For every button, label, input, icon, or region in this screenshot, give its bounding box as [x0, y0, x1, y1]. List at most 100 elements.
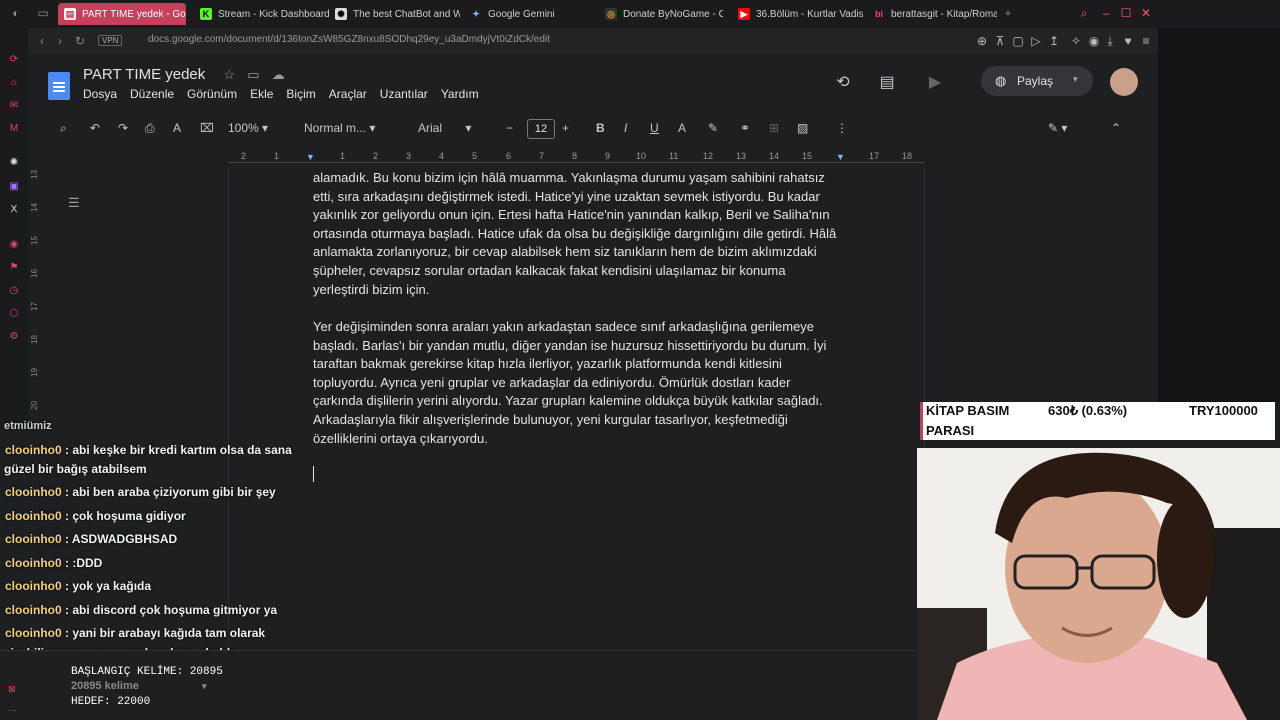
menu-format[interactable]: Biçim	[286, 87, 315, 101]
add-comment-icon[interactable]: ⊞	[769, 121, 779, 135]
chat-username: clooinho0	[5, 485, 62, 499]
extensions-icon[interactable]: ✧	[1068, 33, 1084, 49]
menu-extensions[interactable]: Uzantılar	[380, 87, 428, 101]
url-field[interactable]: docs.google.com/document/d/136tonZsW85GZ…	[148, 34, 550, 45]
menu-file[interactable]: Dosya	[83, 87, 117, 101]
star-icon[interactable]: ☆	[223, 67, 235, 82]
tab-youtube[interactable]: ▶ 36.Bölüm - Kurtlar Vadisi	[738, 3, 863, 25]
pin-icon[interactable]: ⊼	[992, 33, 1008, 49]
style-select[interactable]: Normal m... ▾	[304, 121, 375, 135]
forward-icon[interactable]: ›	[52, 33, 68, 49]
sidebar-bag-icon[interactable]: ⌂	[7, 76, 21, 90]
minimize-icon[interactable]: –	[1098, 5, 1114, 21]
sidebar-clock-icon[interactable]: ◷	[7, 284, 21, 298]
insert-image-icon[interactable]: ▨	[797, 121, 808, 135]
tab-wattpad[interactable]: bi berattasgit - Kitap/Roman	[873, 3, 997, 25]
cloud-status-icon[interactable]: ☁	[272, 67, 285, 82]
browser-menu-icon[interactable]: ◐	[8, 5, 24, 21]
ruler-number: 1	[340, 151, 346, 161]
tab-bynogame[interactable]: ◎ Donate ByNoGame - Geli	[605, 3, 723, 25]
print-icon[interactable]: ⎙	[145, 121, 155, 136]
back-icon[interactable]: ‹	[34, 33, 50, 49]
tab-kick[interactable]: K Stream - Kick Dashboard	[200, 3, 330, 25]
search-menus-icon[interactable]: ⌕	[60, 121, 67, 136]
menu-tools[interactable]: Araçlar	[329, 87, 367, 101]
font-value: Arial	[418, 121, 443, 135]
sidebar-messenger-icon[interactable]: ✉	[7, 99, 21, 113]
document-page[interactable]: alamadık. Bu konu bizim için hâlâ muamma…	[228, 168, 925, 720]
kick-favicon-icon: K	[200, 8, 212, 20]
right-indent-marker-icon[interactable]: ▼	[836, 152, 845, 162]
tab-overview-icon[interactable]: ▭	[35, 5, 51, 21]
italic-icon[interactable]: I	[624, 121, 627, 135]
new-tab-icon[interactable]: +	[1000, 5, 1016, 21]
font-size-input[interactable]: 12	[527, 119, 555, 139]
decrease-font-icon[interactable]: −	[506, 121, 513, 135]
sidebar-chatgpt-icon[interactable]: ✺	[7, 156, 21, 170]
search-tabs-icon[interactable]: ⌕	[1076, 5, 1092, 21]
chat-username: clooinho0	[5, 509, 62, 523]
more-options-icon[interactable]: ⋮	[836, 121, 848, 135]
highlight-icon[interactable]: ✎	[708, 121, 718, 135]
increase-font-icon[interactable]: +	[562, 121, 569, 135]
collapse-menus-icon[interactable]: ⌃	[1111, 121, 1121, 135]
tab-gemini[interactable]: ✦ Google Gemini	[470, 3, 600, 25]
move-folder-icon[interactable]: ▭	[247, 67, 259, 82]
sidebar-mail-icon[interactable]: M	[7, 122, 21, 136]
comments-icon[interactable]: ▤	[876, 72, 898, 94]
version-history-icon[interactable]: ⟲	[832, 72, 854, 94]
editing-mode-icon[interactable]: ✎ ▾	[1048, 121, 1067, 135]
sidebar-settings-icon[interactable]: ⚙	[7, 330, 21, 344]
snapshot-icon[interactable]: ▢	[1010, 33, 1026, 49]
ruler-number: 15	[802, 151, 813, 161]
zoom-icon[interactable]: ⊕	[974, 33, 990, 49]
font-select[interactable]: Arial ▾	[418, 121, 471, 135]
share-page-icon[interactable]: ↥	[1046, 33, 1062, 49]
tab-docs[interactable]: ▤ PART TIME yedek - Goog	[58, 3, 186, 25]
redo-icon[interactable]: ↷	[118, 121, 128, 135]
paint-format-icon[interactable]: ⌧	[200, 121, 214, 135]
document-title[interactable]: PART TIME yedek ☆ ▭ ☁	[83, 66, 285, 83]
chat-text: : abi discord çok hoşuma gitmiyor ya	[61, 603, 278, 617]
spellcheck-icon[interactable]: A	[173, 121, 181, 135]
undo-icon[interactable]: ↶	[90, 121, 100, 135]
sidebar-bookmark-icon[interactable]: ⚑	[7, 261, 21, 275]
paragraph-1[interactable]: alamadık. Bu konu bizim için hâlâ muamma…	[313, 169, 843, 299]
sidebar-player-icon[interactable]: ◉	[7, 238, 21, 252]
underline-icon[interactable]: U	[650, 121, 659, 135]
paragraph-2[interactable]: Yer değişiminden sonra araları yakın ark…	[313, 318, 843, 448]
left-indent-marker-icon[interactable]: ▼	[306, 152, 315, 162]
tab-chatbot[interactable]: ✺ The best ChatBot and Wi	[335, 3, 460, 25]
download-icon[interactable]: ⤓	[1102, 33, 1118, 49]
word-count-indicator[interactable]: 20895 kelime ▾	[71, 680, 206, 692]
bold-icon[interactable]: B	[596, 121, 605, 135]
sidebar-box-icon[interactable]: ⬡	[7, 307, 21, 321]
sidebar-history-icon[interactable]: ⟳	[7, 53, 21, 67]
document-outline-icon[interactable]: ☰	[68, 195, 80, 211]
menu-icon[interactable]: ≡	[1138, 33, 1154, 49]
avatar[interactable]	[1110, 68, 1138, 96]
menu-view[interactable]: Görünüm	[187, 87, 237, 101]
docs-logo-icon[interactable]	[48, 72, 70, 100]
wallet-icon[interactable]: ◉	[1086, 33, 1102, 49]
zoom-select[interactable]: 100% ▾	[228, 121, 268, 135]
meet-icon[interactable]: ▶	[924, 72, 946, 94]
sidebar-twitch-icon[interactable]: ▣	[7, 180, 21, 194]
play-icon[interactable]: ▷	[1028, 33, 1044, 49]
vpn-badge[interactable]: VPN	[98, 35, 123, 46]
sidebar-x-icon[interactable]: X	[7, 203, 21, 217]
sidebar-extra-icon[interactable]: ⊠	[8, 684, 16, 695]
link-icon[interactable]: ⚭	[740, 121, 750, 135]
tab-title: berattasgit - Kitap/Roman	[891, 8, 997, 20]
menu-help[interactable]: Yardım	[441, 87, 479, 101]
menu-edit[interactable]: Düzenle	[130, 87, 174, 101]
heart-icon[interactable]: ♥	[1120, 33, 1136, 49]
share-button[interactable]: ◍ Paylaş ▾	[981, 66, 1093, 96]
close-icon[interactable]: ✕	[1138, 5, 1154, 21]
maximize-icon[interactable]: ☐	[1118, 5, 1134, 21]
reload-icon[interactable]: ↻	[72, 33, 88, 49]
text-color-icon[interactable]: A	[678, 121, 686, 135]
tab-title: Donate ByNoGame - Geli	[623, 8, 723, 20]
more-icon[interactable]: …	[8, 703, 17, 713]
menu-insert[interactable]: Ekle	[250, 87, 273, 101]
